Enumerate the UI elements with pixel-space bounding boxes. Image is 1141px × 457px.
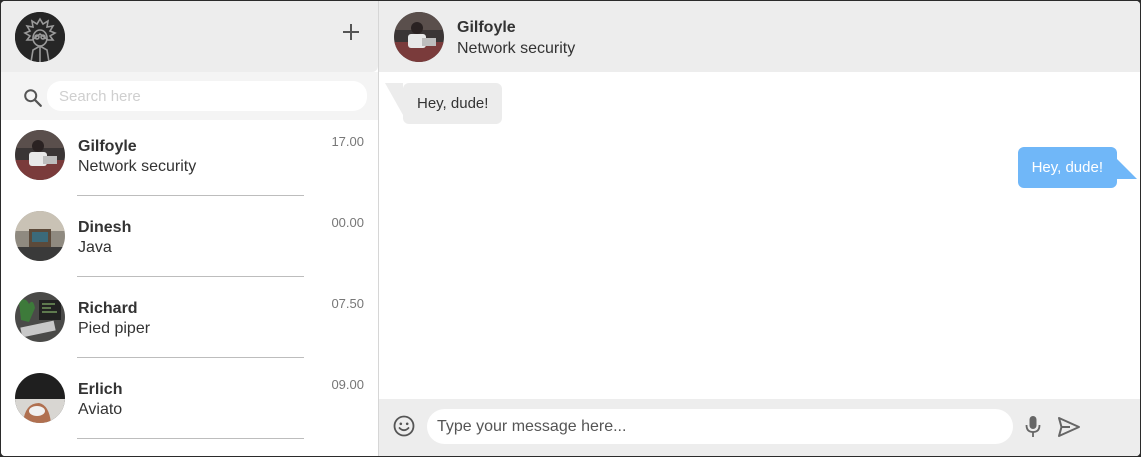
user-avatar-icon[interactable]	[15, 12, 65, 62]
avatar	[15, 211, 65, 261]
chat-app: Gilfoyle Network security 17.00 Dinesh	[1, 1, 1140, 456]
contact-last-message: Pied piper	[78, 320, 151, 337]
chat-contact-status: Network security	[457, 40, 576, 57]
outgoing-message: Hey, dude!	[1017, 147, 1138, 188]
search-input[interactable]	[47, 81, 367, 111]
divider	[77, 276, 304, 277]
composer	[379, 399, 1140, 456]
sidebar-header	[1, 1, 378, 72]
contact-last-message: Network security	[78, 158, 197, 175]
send-icon[interactable]	[1057, 415, 1081, 439]
avatar	[15, 373, 65, 423]
search-bar	[1, 72, 378, 120]
contact-name: Richard	[78, 300, 138, 317]
contact-item-dinesh[interactable]: Dinesh Java 00.00	[1, 201, 378, 282]
contact-time: 00.00	[331, 215, 364, 230]
contact-name: Erlich	[78, 381, 123, 398]
avatar	[15, 130, 65, 180]
contact-name: Dinesh	[78, 219, 132, 236]
divider	[77, 438, 304, 439]
contact-name: Gilfoyle	[78, 138, 137, 155]
avatar	[15, 292, 65, 342]
message-list: Hey, dude! Hey, dude!	[379, 72, 1140, 399]
divider	[77, 357, 304, 358]
contact-time: 09.00	[331, 377, 364, 392]
contact-last-message: Java	[78, 239, 112, 256]
contact-last-message: Aviato	[78, 401, 123, 418]
plus-icon[interactable]	[342, 23, 360, 41]
contact-item-gilfoyle[interactable]: Gilfoyle Network security 17.00	[1, 120, 378, 201]
chat-contact-name: Gilfoyle	[457, 19, 516, 36]
sidebar: Gilfoyle Network security 17.00 Dinesh	[1, 1, 379, 456]
avatar[interactable]	[394, 12, 444, 62]
contact-item-erlich[interactable]: Erlich Aviato 09.00	[1, 363, 378, 444]
message-input[interactable]	[427, 409, 1013, 444]
divider	[77, 195, 304, 196]
emoji-icon[interactable]	[392, 414, 416, 438]
microphone-icon[interactable]	[1024, 414, 1042, 440]
chat-header: Gilfoyle Network security	[379, 1, 1140, 72]
contact-list: Gilfoyle Network security 17.00 Dinesh J…	[1, 120, 378, 444]
contact-time: 07.50	[331, 296, 364, 311]
contact-item-richard[interactable]: Richard Pied piper 07.50	[1, 282, 378, 363]
search-icon	[24, 89, 42, 107]
contact-time: 17.00	[331, 134, 364, 149]
incoming-message: Hey, dude!	[384, 83, 503, 124]
chat-pane: Gilfoyle Network security Hey, dude! Hey…	[379, 1, 1140, 456]
